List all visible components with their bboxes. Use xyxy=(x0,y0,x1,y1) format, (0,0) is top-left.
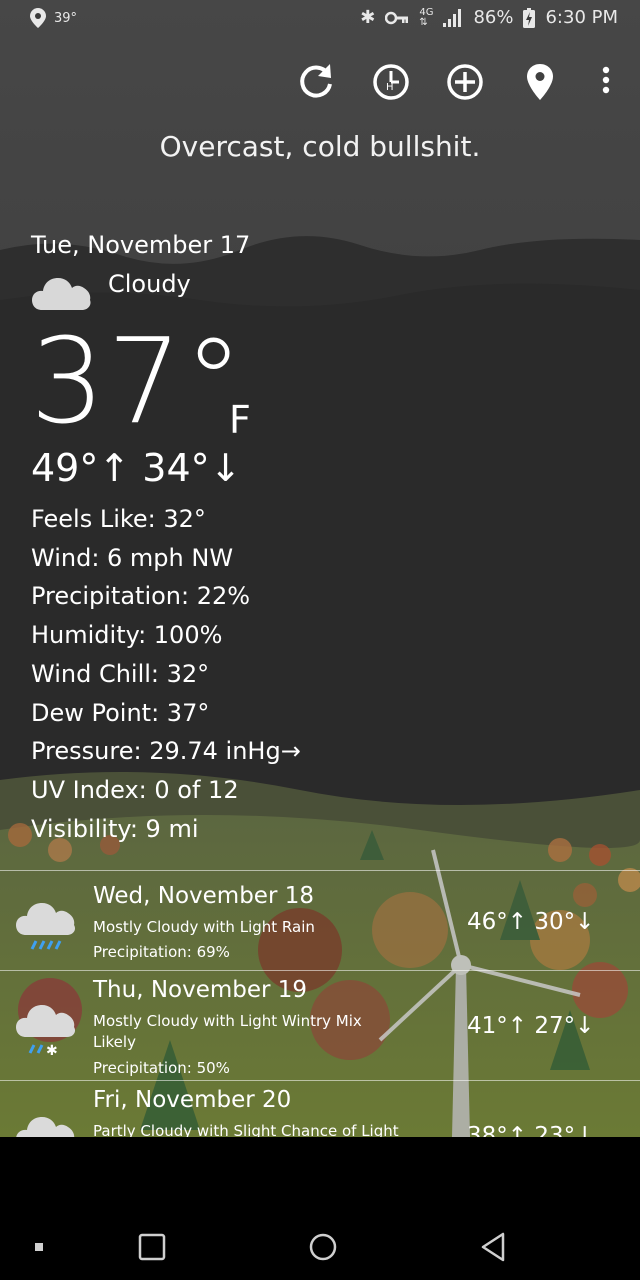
vpn-key-icon xyxy=(385,11,409,24)
forecast-row[interactable]: Wed, November 18 Mostly Cloudy with Ligh… xyxy=(0,870,640,971)
cloud-icon xyxy=(16,1117,75,1137)
forecast-date: Thu, November 19 xyxy=(93,977,308,1003)
temperature-unit: F xyxy=(229,398,251,442)
nav-indicator-dot xyxy=(35,1243,43,1251)
navigation-bar xyxy=(0,1137,640,1280)
current-condition: Cloudy xyxy=(108,270,191,298)
bluetooth-icon: ✱ xyxy=(360,7,376,28)
current-temperature: 37° xyxy=(30,312,246,450)
location-pin-icon[interactable] xyxy=(518,60,562,104)
svg-text:H: H xyxy=(386,82,394,93)
status-left: 39° xyxy=(30,8,77,28)
battery-percent: 86% xyxy=(473,7,514,28)
add-location-icon[interactable] xyxy=(443,60,487,104)
status-right: ✱ 4G ⇅ 86% 6:30 PM xyxy=(360,7,618,28)
forecast-temps: 38°↑ 23°↓ xyxy=(467,1123,595,1137)
back-icon[interactable] xyxy=(479,1231,507,1263)
battery-charging-icon xyxy=(523,7,536,28)
humidity: Humidity: 100% xyxy=(31,621,223,650)
wind: Wind: 6 mph NW xyxy=(31,543,234,572)
status-location-temp: 39° xyxy=(54,10,78,26)
toolbar: H xyxy=(0,60,640,104)
visibility: Visibility: 9 mi xyxy=(31,814,199,843)
precipitation: Precipitation: 22% xyxy=(31,582,251,611)
weather-screen: 39° ✱ 4G ⇅ 86% 6:30 PM H Overcast, cold … xyxy=(0,0,640,1137)
current-date: Tue, November 17 xyxy=(31,231,251,259)
feels-like: Feels Like: 32° xyxy=(31,505,206,533)
forecast-row[interactable]: ✱ Thu, November 19 Mostly Cloudy with Li… xyxy=(0,970,640,1081)
forecast-description: Mostly Cloudy with Light Rain xyxy=(93,918,315,936)
data-4g-icon: 4G ⇅ xyxy=(419,6,434,28)
cloud-wintry-mix-icon: ✱ xyxy=(16,1005,76,1057)
dew-point: Dew Point: 37° xyxy=(31,698,210,727)
home-icon[interactable] xyxy=(308,1232,338,1262)
forecast-description: Partly Cloudy with Slight Chance of Ligh… xyxy=(93,1122,399,1137)
forecast-temps: 41°↑ 27°↓ xyxy=(467,1013,595,1039)
signal-icon xyxy=(443,8,462,27)
status-time: 6:30 PM xyxy=(545,7,618,28)
cloud-icon xyxy=(32,278,91,310)
forecast-precipitation: Precipitation: 69% xyxy=(93,943,230,961)
current-high-low: 49°↑ 34°↓ xyxy=(31,446,242,490)
forecast-date: Wed, November 18 xyxy=(93,883,314,909)
current-details: Feels Like: 32° Wind: 6 mph NW Precipita… xyxy=(31,500,301,848)
forecast-row[interactable]: Fri, November 20 Partly Cloudy with Slig… xyxy=(0,1080,640,1137)
forecast-description: Mostly Cloudy with Light Wintry Mix Like… xyxy=(93,1012,362,1051)
more-vert-icon[interactable] xyxy=(584,60,628,104)
refresh-icon[interactable] xyxy=(294,60,338,104)
cloud-rain-icon xyxy=(16,903,76,950)
uv-index: UV Index: 0 of 12 xyxy=(31,775,239,804)
wind-chill: Wind Chill: 32° xyxy=(31,659,210,688)
status-bar: 39° ✱ 4G ⇅ 86% 6:30 PM xyxy=(0,0,640,38)
forecast-precipitation: Precipitation: 50% xyxy=(93,1059,230,1077)
pressure: Pressure: 29.74 inHg→ xyxy=(31,737,301,766)
svg-text:✱: ✱ xyxy=(46,1043,58,1057)
headline-text: Overcast, cold bullshit. xyxy=(159,130,481,163)
hourly-clock-icon[interactable]: H xyxy=(369,60,413,104)
forecast-date: Fri, November 20 xyxy=(93,1087,292,1113)
forecast-temps: 46°↑ 30°↓ xyxy=(467,909,595,935)
recents-icon[interactable] xyxy=(138,1233,166,1261)
location-pin-small-icon xyxy=(30,8,46,28)
